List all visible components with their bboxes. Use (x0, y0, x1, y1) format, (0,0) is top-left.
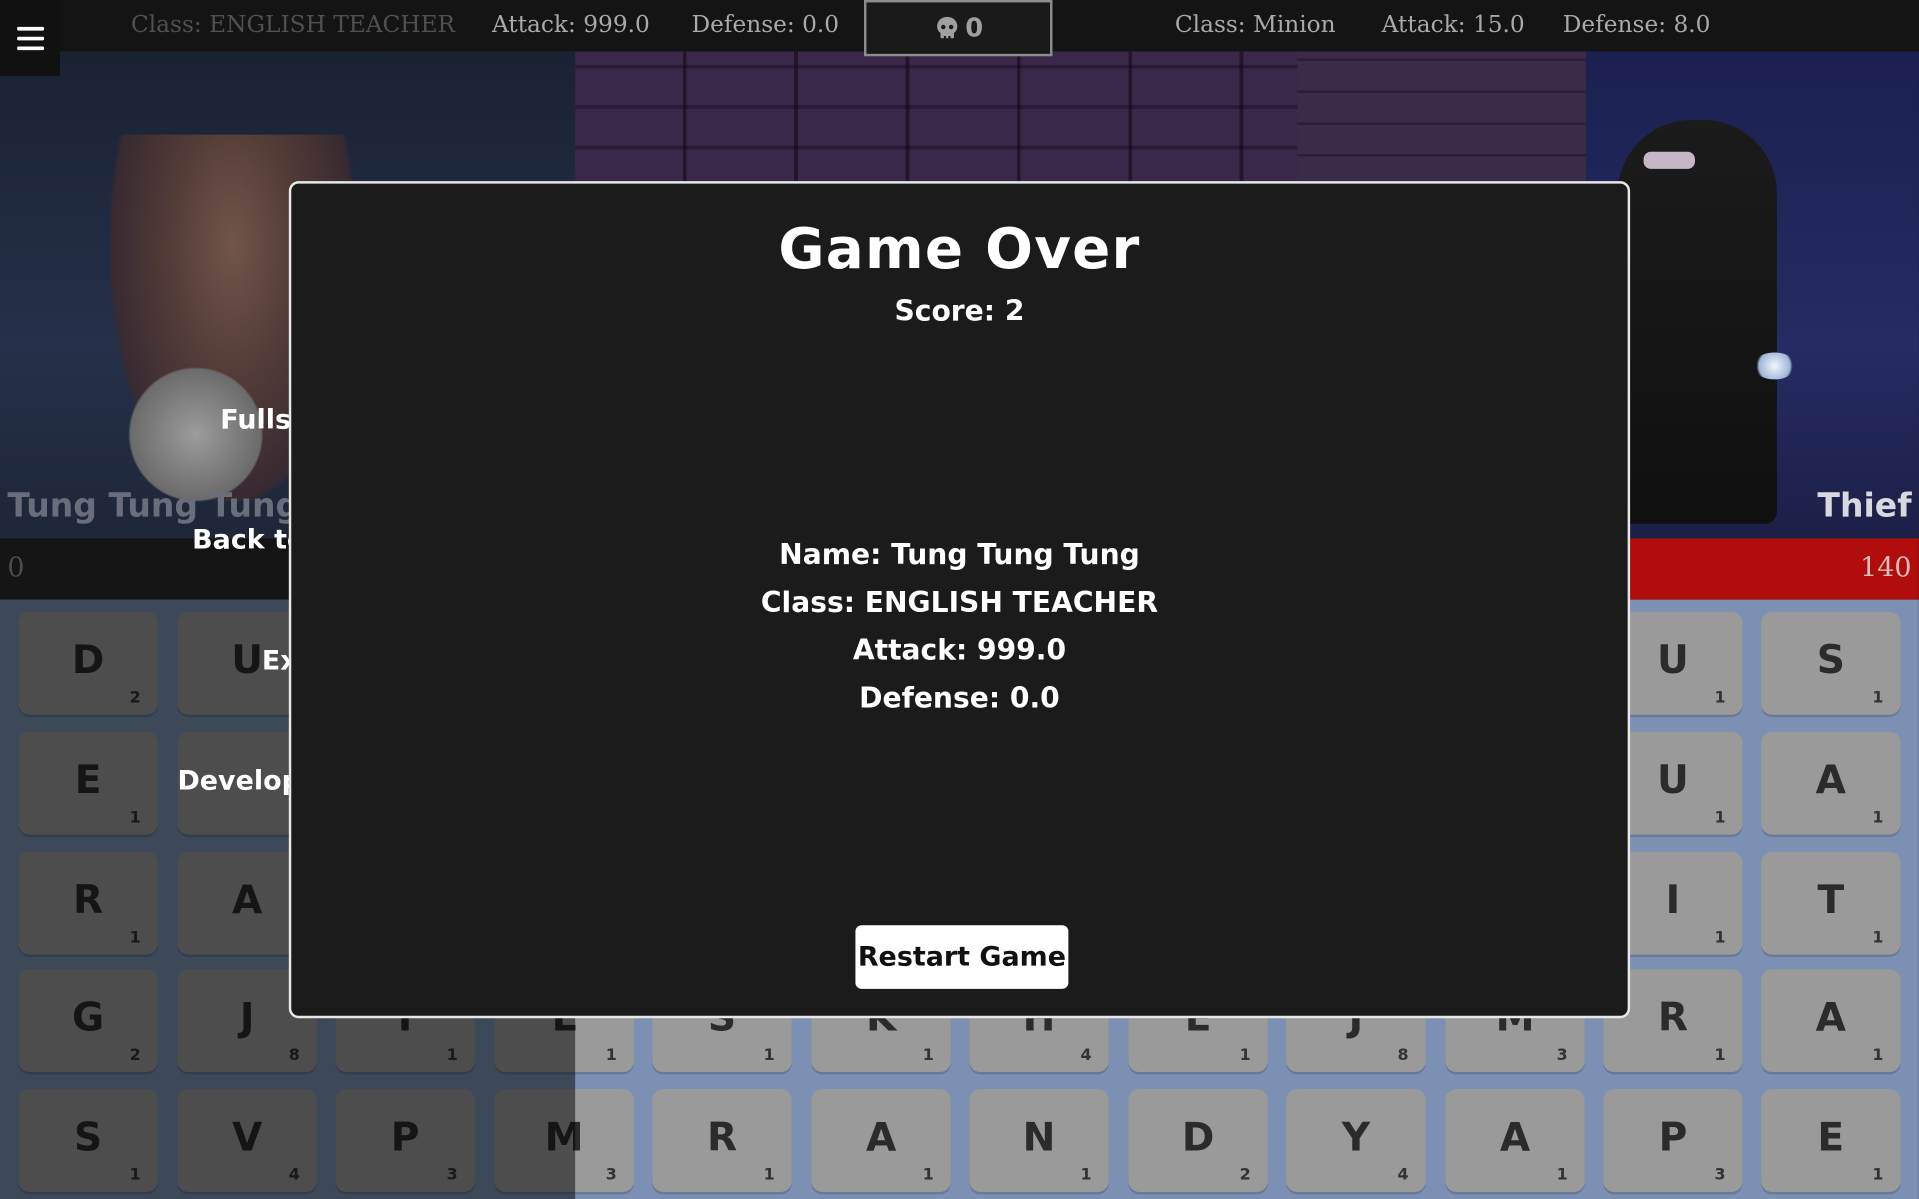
final-score: Score: 2 (894, 296, 1025, 328)
tile-points: 1 (922, 1046, 934, 1065)
kill-count: 0 (965, 13, 984, 43)
restart-game-button[interactable]: Restart Game (855, 925, 1069, 989)
tile-letter: N (1022, 1113, 1056, 1161)
tile-letter: Y (1341, 1113, 1371, 1161)
enemy-hp-bar: 140 (1586, 538, 1919, 600)
tile-points: 1 (1714, 688, 1726, 708)
enemy-hp-value: 140 (1860, 553, 1912, 584)
tile-letter: P (1658, 1113, 1688, 1161)
character-class: Class: ENGLISH TEACHER (760, 587, 1159, 620)
tile-points: 1 (1714, 928, 1726, 948)
tile-points: 1 (763, 1046, 775, 1065)
letter-tile[interactable]: A1 (811, 1089, 951, 1192)
enemy-attack: Attack: 15.0 (1381, 11, 1525, 38)
tile-points: 1 (1872, 808, 1884, 828)
tile-letter: A (1499, 1113, 1531, 1161)
letter-tile[interactable]: N1 (969, 1089, 1109, 1192)
game-over-dialog: Game Over Score: 2 Name: Tung Tung Tung … (288, 181, 1631, 1019)
tile-letter: A (865, 1113, 897, 1161)
tile-points: 8 (1397, 1046, 1409, 1065)
player-hp-value: 0 (7, 553, 25, 584)
tile-points: 1 (605, 1046, 617, 1065)
tile-points: 1 (1714, 808, 1726, 828)
tile-letter: A (1815, 993, 1846, 1041)
skull-icon (936, 16, 957, 39)
tile-points: 1 (1239, 1046, 1251, 1065)
character-attack: Attack: 999.0 (852, 635, 1067, 667)
tile-letter: D (1181, 1113, 1215, 1161)
tile-points: 4 (1397, 1166, 1409, 1185)
letter-tile[interactable]: R1 (652, 1089, 792, 1192)
enemy-defense: Defense: 8.0 (1562, 11, 1711, 38)
character-defense: Defense: 0.0 (859, 682, 1060, 715)
hamburger-menu-button[interactable] (0, 0, 60, 76)
tile-points: 1 (1872, 1166, 1884, 1185)
tile-letter: A (1815, 756, 1846, 803)
letter-tile[interactable]: A1 (1761, 731, 1901, 835)
tile-points: 1 (1872, 1046, 1884, 1065)
tile-points: 1 (1714, 1046, 1726, 1065)
tile-points: 1 (763, 1166, 775, 1185)
menu-icon-line (16, 26, 44, 30)
letter-tile[interactable]: A1 (1445, 1089, 1585, 1192)
enemy-class: Class: Minion (1174, 11, 1336, 38)
letter-tile[interactable]: D2 (1128, 1089, 1268, 1192)
tile-points: 1 (1872, 688, 1884, 708)
stone-pillar (1297, 51, 1587, 187)
letter-tile[interactable]: A1 (1761, 969, 1901, 1073)
player-attack: Attack: 999.0 (491, 11, 650, 38)
player-class: Class: ENGLISH TEACHER (130, 11, 456, 38)
letter-tile[interactable]: Y4 (1286, 1089, 1426, 1192)
tile-points: 2 (1239, 1166, 1251, 1185)
letter-tile[interactable]: P3 (1603, 1089, 1743, 1192)
tile-letter: T (1817, 876, 1845, 923)
tile-points: 1 (1556, 1166, 1568, 1185)
dialog-title: Game Over (778, 215, 1141, 282)
letter-tile[interactable]: E1 (1761, 1089, 1901, 1192)
tile-letter: S (1816, 636, 1845, 683)
menu-icon-line (16, 36, 44, 40)
tile-points: 4 (1080, 1046, 1092, 1065)
player-defense: Defense: 0.0 (691, 11, 840, 38)
letter-tile[interactable]: S1 (1761, 611, 1901, 715)
game-scene: Tung Tung Tung Thief 0 140 D2UU1S1E1U1A1… (0, 0, 1919, 1199)
tile-points: 1 (922, 1166, 934, 1185)
enemy-character (1617, 119, 1777, 524)
enemy-dagger (1752, 352, 1797, 380)
player-name: Tung Tung Tung (7, 487, 300, 526)
character-name: Name: Tung Tung Tung (779, 539, 1140, 572)
tile-points: 3 (1714, 1166, 1726, 1185)
enemy-name: Thief (1817, 487, 1912, 526)
tile-letter: E (1817, 1113, 1845, 1161)
tile-points: 3 (1556, 1046, 1568, 1065)
menu-icon-line (16, 45, 44, 50)
tile-letter: R (706, 1113, 738, 1161)
tile-points: 3 (605, 1166, 617, 1185)
enemy-mask (1643, 151, 1695, 169)
tile-points: 1 (1872, 928, 1884, 948)
letter-tile[interactable]: T1 (1761, 851, 1901, 955)
tile-points: 1 (1080, 1166, 1092, 1185)
kill-counter: 0 (864, 0, 1053, 57)
